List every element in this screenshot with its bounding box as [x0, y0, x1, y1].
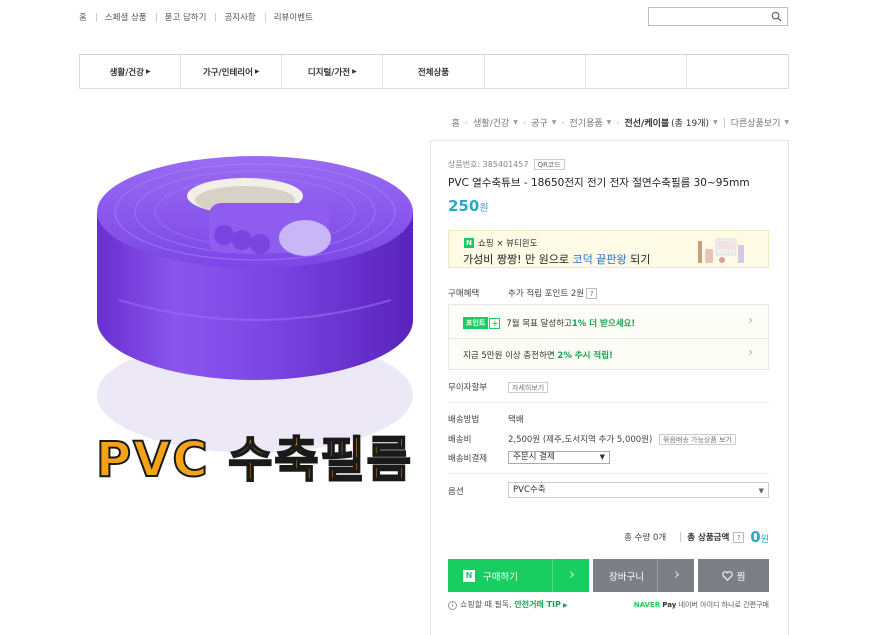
divider: [448, 473, 769, 474]
top-nav: 홈 스페셜 상품 묻고 답하기 공지사항 리뷰이벤트: [79, 11, 322, 23]
benefit-row: 구매혜택 추가 적립 포인트 2원?: [448, 287, 598, 299]
category-empty: [485, 55, 586, 88]
chevron-right-icon: ›: [616, 118, 620, 127]
option-row: 옵션: [448, 487, 464, 497]
product-price: 250원: [448, 197, 489, 215]
info-icon: i: [448, 601, 457, 610]
buy-button[interactable]: N 구매하기 ›: [448, 559, 589, 592]
naver-n-icon: N: [464, 238, 474, 248]
shrink-tube-roll-image: [97, 156, 413, 453]
breadcrumb: 홈 › 생활/건강 ▼ › 공구 ▼ › 전기용품 ▼ › 전선/케이블 (총 19개)…: [452, 116, 789, 129]
heart-icon: [722, 570, 733, 581]
option-select[interactable]: PVC수축 ▼: [508, 482, 769, 498]
chevron-right-icon: ›: [561, 118, 565, 127]
caret-down-icon: ▼: [713, 119, 718, 126]
cosmetics-image: [698, 238, 744, 263]
promo-banner[interactable]: N 쇼핑 × 뷰티윈도 가성비 짱짱! 만 원으로 코덕 끝판왕 되기: [448, 230, 769, 268]
caret-down-icon: ▼: [551, 119, 557, 126]
divider: [657, 559, 658, 592]
category-empty: [687, 55, 788, 88]
total-quantity: 총 수량 0개: [624, 533, 667, 543]
point-box: 포인트 + 7월 목표 달성하고 1% 더 받으세요! › 지금 5만원 이상 …: [448, 304, 769, 370]
chevron-right-icon: ›: [569, 565, 575, 583]
divider: [723, 117, 725, 128]
installment-row: 무이자할부 자세히보기: [448, 381, 549, 393]
purchase-footer: i 쇼핑할 때 필독, 안전거래 TIP ▶ NAVER Pay 네이버 아이디 …: [448, 599, 769, 610]
qr-code-button[interactable]: QR코드: [533, 159, 565, 170]
wish-button[interactable]: 찜: [698, 559, 769, 592]
naver-n-icon: N: [463, 569, 475, 582]
search-input[interactable]: [649, 8, 764, 25]
top-nav-qna[interactable]: 묻고 답하기: [155, 11, 216, 23]
caret-down-icon: ▼: [599, 453, 605, 461]
charge-promo[interactable]: 지금 5만원 이상 충전하면 2% 추시 적립!: [463, 349, 613, 361]
total-amount: 0원: [750, 528, 769, 546]
caret-down-icon: ▼: [784, 119, 789, 126]
product-number: 상품번호: 385401457 QR코드: [448, 159, 565, 170]
breadcrumb-current[interactable]: 전선/케이블 (총 19개) ▼: [624, 116, 717, 129]
product-title: PVC 열수축튜브 - 18650전지 전기 전자 절연수축필름 30~95mm: [448, 177, 750, 189]
divider: [448, 402, 769, 403]
breadcrumb-living[interactable]: 생활/건강 ▼: [473, 116, 518, 129]
shipping-pay-row: 배송비결제: [448, 454, 488, 464]
naver-pay-notice: NAVER Pay 네이버 아이디 하나로 간편구매: [633, 600, 769, 609]
chevron-right-icon: ›: [464, 118, 469, 127]
category-empty: [586, 55, 687, 88]
total-amount-label: 총 상품금액: [687, 533, 730, 543]
point-tag: 포인트: [463, 317, 489, 329]
point-promo[interactable]: 포인트 + 7월 목표 달성하고 1% 더 받으세요!: [463, 317, 635, 329]
installment-detail-button[interactable]: 자세히보기: [508, 382, 549, 393]
chevron-right-icon: ›: [674, 565, 680, 583]
caret-right-icon: ▶: [254, 68, 260, 75]
divider: [449, 338, 768, 339]
top-nav-home[interactable]: 홈: [79, 11, 96, 23]
top-nav-notice[interactable]: 공지사항: [215, 11, 264, 23]
shipping-fee-row: 배송비 2,500원 (제주,도서지역 추가 5,000원) 묶음배송 가능상품 …: [448, 433, 736, 445]
caret-down-icon: ▼: [513, 119, 518, 126]
category-furniture[interactable]: 가구/인테리어 ▶: [181, 55, 283, 88]
category-all-products[interactable]: 전체상품: [383, 55, 485, 88]
caret-right-icon: ▶: [145, 68, 151, 75]
plus-icon: +: [489, 317, 501, 329]
breadcrumb-tools[interactable]: 공구 ▼: [531, 116, 556, 129]
caret-down-icon: ▼: [606, 119, 612, 126]
bundle-shipping-button[interactable]: 묶음배송 가능상품 보기: [659, 434, 736, 445]
category-living-health[interactable]: 생활/건강 ▶: [80, 55, 182, 88]
search-box: [648, 7, 788, 26]
chevron-right-icon: ›: [522, 118, 527, 127]
shipping-method-row: 배송방법 택배: [448, 415, 524, 425]
search-icon[interactable]: [771, 11, 782, 22]
chevron-right-icon[interactable]: ›: [748, 313, 753, 327]
category-digital[interactable]: 디지털/가전 ▶: [282, 55, 384, 88]
chevron-right-icon[interactable]: ›: [748, 345, 753, 359]
product-image[interactable]: PVC 수축필름: [79, 140, 431, 635]
shipping-pay-select[interactable]: 주문시 결제 ▼: [508, 451, 610, 464]
caret-right-icon: ▶: [352, 68, 357, 75]
image-caption: PVC 수축필름: [95, 431, 413, 489]
top-nav-special[interactable]: 스페셜 상품: [95, 11, 156, 23]
divider: [680, 532, 682, 542]
order-totals: 총 수량 0개 총 상품금액 ? 0원: [624, 528, 769, 546]
category-bar: 생활/건강 ▶ 가구/인테리어 ▶ 디지털/가전 ▶ 전체상품: [79, 54, 789, 89]
help-icon[interactable]: ?: [733, 531, 745, 543]
caret-down-icon: ▼: [758, 487, 764, 495]
other-products-link[interactable]: 다른상품보기 ▼: [731, 116, 789, 129]
divider: [552, 559, 553, 592]
cart-button[interactable]: 장바구니 ›: [593, 559, 694, 592]
banner-headline: 가성비 짱짱! 만 원으로 코덕 끝판왕 되기: [463, 253, 651, 266]
top-nav-review-event[interactable]: 리뷰이벤트: [264, 11, 322, 23]
help-icon[interactable]: ?: [586, 288, 598, 299]
banner-subtitle: 쇼핑 × 뷰티윈도: [478, 239, 538, 249]
breadcrumb-electric[interactable]: 전기용품 ▼: [570, 116, 612, 129]
breadcrumb-home[interactable]: 홈: [452, 116, 460, 129]
safe-trade-tip[interactable]: i 쇼핑할 때 필독, 안전거래 TIP ▶: [448, 599, 568, 610]
